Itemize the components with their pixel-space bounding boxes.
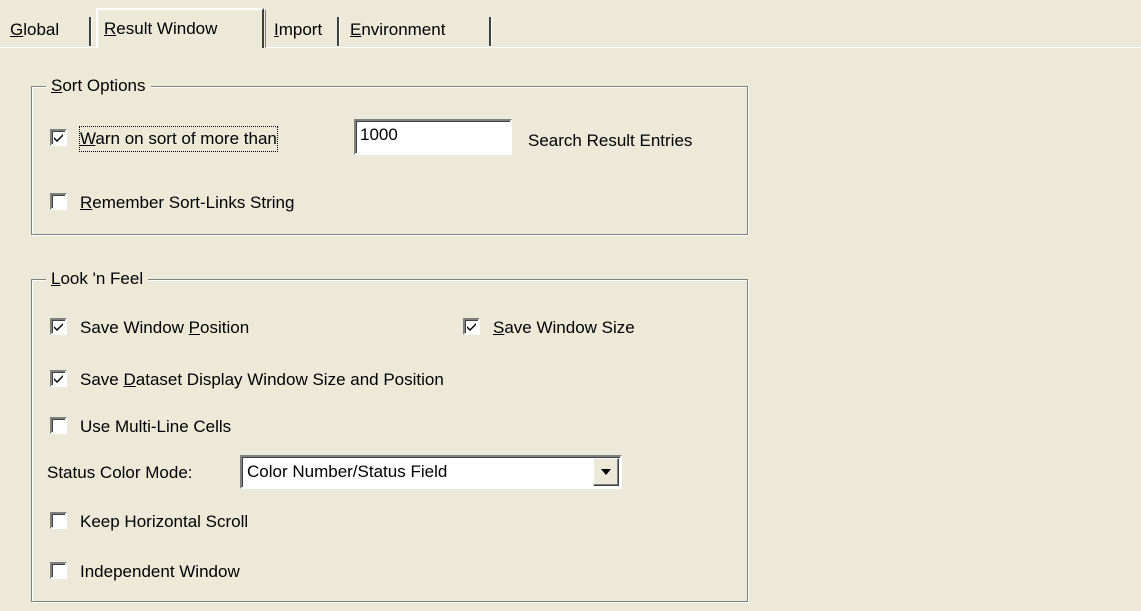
remember-sort-links-label: Remember Sort-Links String: [80, 193, 295, 212]
search-result-entries-label: Search Result Entries: [528, 131, 693, 150]
warn-on-sort-box[interactable]: [50, 129, 67, 146]
sort-options-group: Sort Options Warn on sort of more than 1…: [31, 75, 748, 235]
tab-import-rest: mport: [278, 20, 323, 39]
status-color-mode-select[interactable]: Color Number/Status Field: [240, 455, 622, 489]
save-dataset-display-checkbox[interactable]: Save Dataset Display Window Size and Pos…: [50, 368, 570, 392]
keep-horizontal-scroll-label: Keep Horizontal Scroll: [80, 512, 249, 531]
tab-global-accel: G: [10, 20, 24, 39]
save-window-size-box[interactable]: [463, 318, 480, 335]
save-window-position-label: Save Window Position: [80, 318, 250, 337]
save-dataset-display-box[interactable]: [50, 370, 67, 387]
status-color-mode-label: Status Color Mode:: [47, 463, 193, 482]
tab-global-rest: lobal: [23, 20, 60, 39]
tab-import[interactable]: Import: [268, 14, 340, 46]
tab-result-window-rest: esult Window: [116, 19, 218, 38]
look-n-feel-title-rest: ook 'n Feel: [60, 269, 144, 288]
warn-on-sort-label: Warn on sort of more than: [79, 126, 278, 152]
tab-environment-rest: nvironment: [361, 20, 446, 39]
checkmark-icon: [54, 323, 63, 331]
tab-environment-accel: E: [350, 20, 362, 39]
use-multiline-cells-label: Use Multi-Line Cells: [80, 417, 232, 436]
independent-window-checkbox[interactable]: Independent Window: [50, 560, 350, 584]
checkmark-icon: [54, 134, 63, 142]
warn-threshold-input[interactable]: 1000: [354, 119, 512, 155]
save-window-position-box[interactable]: [50, 318, 67, 335]
dropdown-arrow-icon: [601, 469, 611, 475]
remember-sort-links-checkbox[interactable]: Remember Sort-Links String: [50, 191, 350, 215]
checkmark-icon: [54, 375, 63, 383]
remember-sort-links-box[interactable]: [50, 193, 67, 210]
save-window-size-checkbox[interactable]: Save Window Size: [463, 316, 703, 340]
checkmark-icon: [467, 323, 476, 331]
use-multiline-cells-checkbox[interactable]: Use Multi-Line Cells: [50, 415, 350, 439]
tab-result-window-accel: R: [104, 19, 117, 38]
warn-on-sort-checkbox[interactable]: Warn on sort of more than: [50, 126, 350, 152]
sort-options-title-accel: S: [51, 76, 63, 95]
keep-horizontal-scroll-checkbox[interactable]: Keep Horizontal Scroll: [50, 510, 350, 534]
save-window-position-checkbox[interactable]: Save Window Position: [50, 316, 350, 340]
sort-options-title-rest: ort Options: [62, 76, 146, 95]
independent-window-label: Independent Window: [80, 562, 240, 581]
status-color-mode-value: Color Number/Status Field: [247, 462, 448, 481]
independent-window-box[interactable]: [50, 562, 67, 579]
save-dataset-display-label: Save Dataset Display Window Size and Pos…: [80, 370, 444, 389]
tab-global[interactable]: Global: [4, 14, 92, 46]
use-multiline-cells-box[interactable]: [50, 417, 67, 434]
save-window-size-label: Save Window Size: [493, 318, 635, 337]
look-n-feel-group: Look 'n Feel Save Window Position Save W…: [31, 268, 748, 602]
tab-result-window[interactable]: Result Window: [96, 8, 266, 48]
tab-environment[interactable]: Environment: [344, 14, 492, 46]
look-n-feel-title: Look 'n Feel: [46, 268, 149, 290]
status-color-mode-dropdown-button[interactable]: [593, 458, 619, 486]
sort-options-title: Sort Options: [46, 75, 151, 97]
keep-horizontal-scroll-box[interactable]: [50, 512, 67, 529]
